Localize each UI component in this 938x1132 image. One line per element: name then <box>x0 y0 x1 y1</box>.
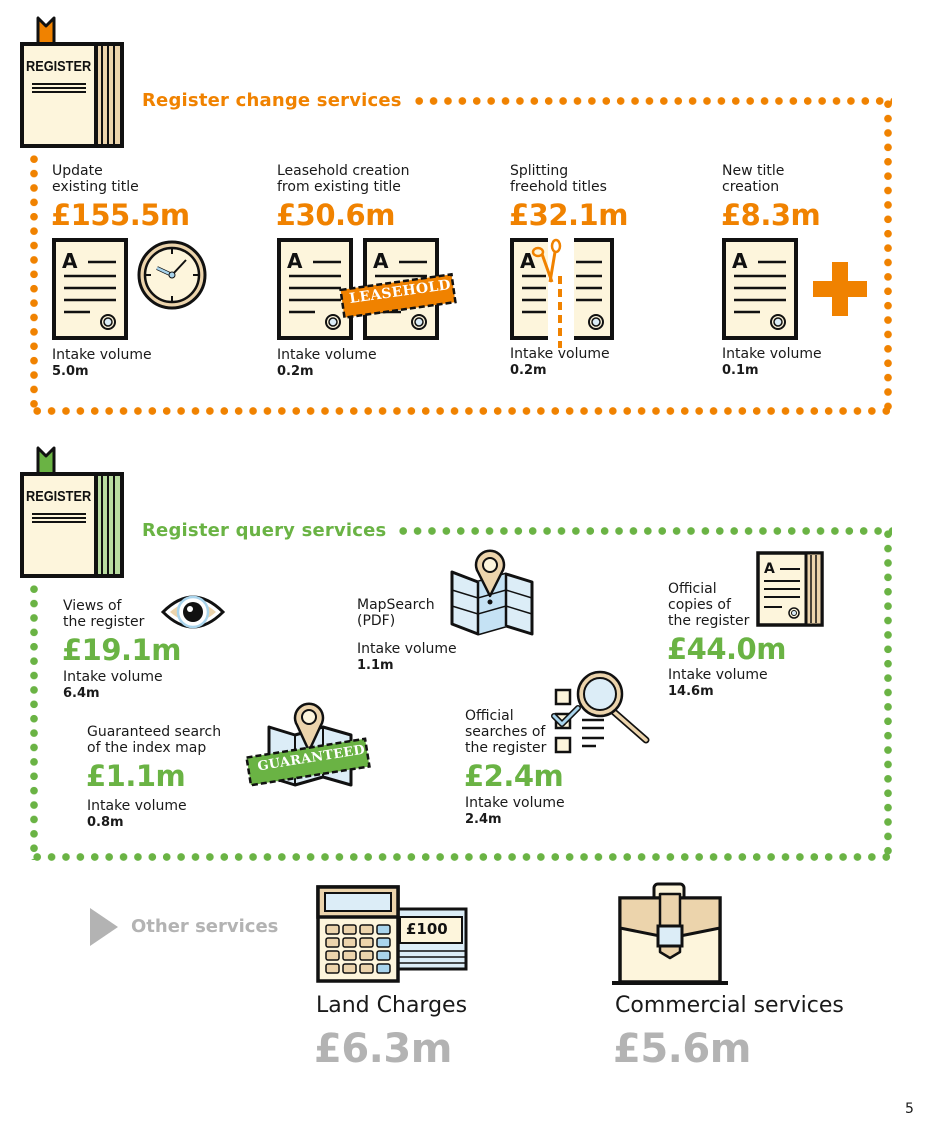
label-line: Official <box>668 581 717 597</box>
label-line: Guaranteed search <box>87 724 222 740</box>
register-book-label: REGISTER <box>26 488 92 505</box>
intake-value: 1.1m <box>357 658 394 673</box>
frame-dots-top <box>412 97 892 105</box>
label-line: from existing title <box>277 179 401 195</box>
service-label: Commercial services <box>615 993 844 1018</box>
intake-value: 6.4m <box>63 686 100 701</box>
other-services-title: Other services <box>131 916 279 937</box>
register-document-icon: A <box>756 551 824 627</box>
service-label: Official copies of the register <box>668 581 749 629</box>
document-icon: A <box>52 238 128 340</box>
frame-dots-left <box>30 152 38 414</box>
frame-dots-bottom <box>30 853 892 861</box>
label-line: freehold titles <box>510 179 607 195</box>
label-line: searches of <box>465 724 546 740</box>
eye-icon <box>160 595 226 629</box>
intake-label: Intake volume <box>277 347 377 363</box>
service-label: MapSearch (PDF) <box>357 597 435 629</box>
svg-text:A: A <box>764 561 775 577</box>
register-book-icon <box>20 446 124 578</box>
service-amount: £2.4m <box>464 759 564 793</box>
service-amount: £30.6m <box>276 198 395 232</box>
section-title-query: Register query services <box>142 520 387 541</box>
service-amount: £155.5m <box>51 198 190 232</box>
svg-text:A: A <box>287 249 303 273</box>
intake-value: 0.1m <box>722 363 759 378</box>
intake-value: 0.8m <box>87 815 124 830</box>
briefcase-icon <box>612 882 728 985</box>
service-label: Guaranteed search of the index map <box>87 724 221 756</box>
intake-label: Intake volume <box>722 346 822 362</box>
service-amount: £32.1m <box>509 198 628 232</box>
frame-dots-top <box>396 527 892 535</box>
intake-label: Intake volume <box>668 667 768 683</box>
label-line: creation <box>722 179 780 195</box>
plus-icon <box>813 262 867 316</box>
label-line: MapSearch <box>357 597 435 613</box>
clock-icon <box>137 240 207 310</box>
label-line: Update <box>52 163 103 179</box>
svg-text:A: A <box>732 249 748 273</box>
label-line: of the index map <box>87 740 207 756</box>
service-label: Official searches of the register <box>465 708 546 756</box>
register-book-icon <box>20 16 124 148</box>
intake-label: Intake volume <box>63 669 163 685</box>
service-label: Splitting freehold titles <box>510 163 607 195</box>
intake-label: Intake volume <box>87 798 187 814</box>
play-arrow-icon <box>90 908 118 946</box>
label-line: Splitting <box>510 163 569 179</box>
label-line: Leasehold creation <box>277 163 410 179</box>
label-line: Views of <box>63 598 122 614</box>
section-title-change: Register change services <box>142 90 402 111</box>
frame-dots-bottom <box>30 407 892 415</box>
scissors-icon <box>531 238 562 283</box>
frame-dots-right <box>884 527 892 861</box>
service-label: Update existing title <box>52 163 139 195</box>
label-line: copies of <box>668 597 731 613</box>
intake-value: 14.6m <box>668 684 714 699</box>
service-label: Views of the register <box>63 598 144 630</box>
svg-text:A: A <box>62 249 78 273</box>
frame-dots-right <box>884 97 892 415</box>
document-icon: A <box>722 238 798 340</box>
intake-label: Intake volume <box>465 795 565 811</box>
label-line: Official <box>465 708 514 724</box>
label-line: (PDF) <box>357 613 396 629</box>
map-pin-icon <box>450 549 534 636</box>
intake-value: 0.2m <box>277 364 314 379</box>
label-line: existing title <box>52 179 139 195</box>
intake-value: 0.2m <box>510 363 547 378</box>
label-line: the register <box>668 613 750 629</box>
service-amount: £6.3m <box>314 1026 452 1072</box>
service-label: New title creation <box>722 163 784 195</box>
service-amount: £1.1m <box>86 759 186 793</box>
service-label: Land Charges <box>316 993 468 1018</box>
intake-label: Intake volume <box>357 641 457 657</box>
intake-value: 2.4m <box>465 812 502 827</box>
service-amount: £44.0m <box>667 632 786 666</box>
page-number: 5 <box>905 1101 914 1117</box>
service-amount: £5.6m <box>613 1026 751 1072</box>
service-amount: £19.1m <box>62 633 181 667</box>
service-label: Leasehold creation from existing title <box>277 163 409 195</box>
frame-dots-left <box>30 582 38 860</box>
intake-value: 5.0m <box>52 364 89 379</box>
banknote-value: £100 <box>406 920 448 938</box>
label-line: New title <box>722 163 785 179</box>
checklist-magnifier-icon <box>551 670 650 754</box>
label-line: the register <box>63 614 145 630</box>
intake-label: Intake volume <box>52 347 152 363</box>
label-line: the register <box>465 740 547 756</box>
service-amount: £8.3m <box>721 198 821 232</box>
register-book-label: REGISTER <box>26 58 92 75</box>
svg-text:A: A <box>373 249 389 273</box>
intake-label: Intake volume <box>510 346 610 362</box>
